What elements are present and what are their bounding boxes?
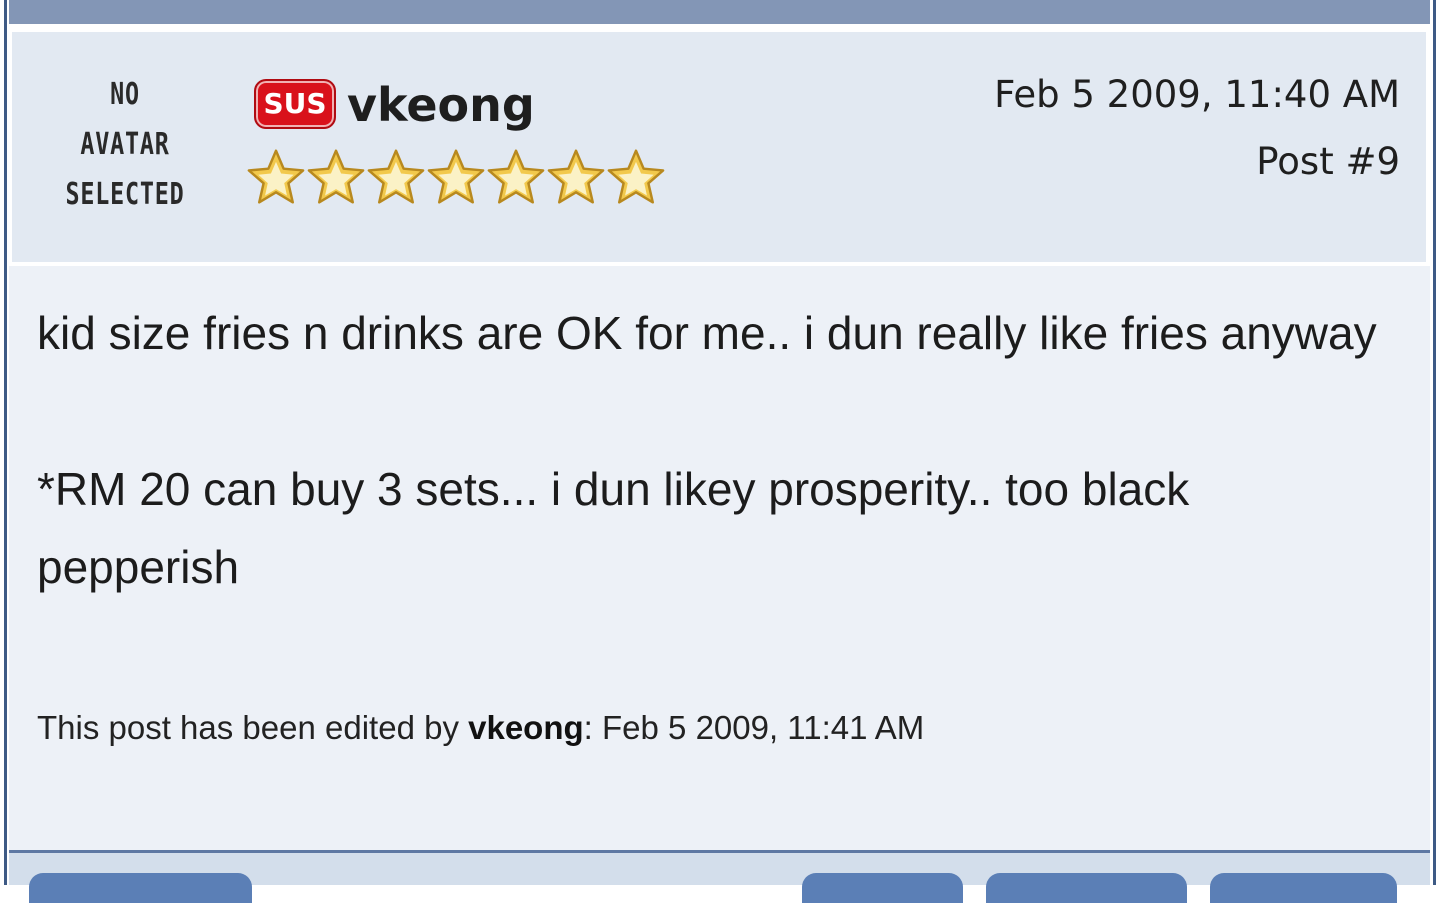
avatar-text-line2: SELECTED [65, 177, 185, 212]
star-icon [607, 149, 665, 204]
star-icon [427, 149, 485, 204]
footer-button-2[interactable] [986, 873, 1187, 903]
footer-button-3[interactable] [1210, 873, 1397, 903]
post-header [12, 32, 1426, 262]
edit-note-editor[interactable]: vkeong [468, 709, 584, 746]
post-date: Feb 5 2009, 11:40 AM [994, 73, 1400, 116]
star-icon [247, 149, 305, 204]
star-icon [547, 149, 605, 204]
avatar-text-line1: NO AVATAR [80, 77, 170, 162]
edit-note: This post has been edited by vkeong: Feb… [37, 706, 924, 750]
star-icon [307, 149, 365, 204]
footer-button-1[interactable] [802, 873, 963, 903]
status-badge: SUS [254, 79, 336, 129]
post-body-line-2: *RM 20 can buy 3 sets... i dun likey pro… [37, 463, 1190, 515]
footer-button-left[interactable] [29, 873, 252, 903]
post-body-line-1: kid size fries n drinks are OK for me.. … [37, 307, 1377, 359]
left-border [4, 0, 7, 885]
top-bar [9, 0, 1430, 24]
edit-note-prefix: This post has been edited by [37, 709, 469, 746]
star-icon [487, 149, 545, 204]
post-number-link[interactable]: Post #9 [1256, 139, 1400, 185]
edit-note-suffix: : Feb 5 2009, 11:41 AM [583, 709, 925, 746]
username-link[interactable]: vkeong [347, 76, 535, 134]
rating-stars [245, 147, 675, 209]
avatar-placeholder[interactable]: NO AVATAR SELECTED [59, 70, 192, 220]
right-border [1433, 0, 1436, 885]
forum-post-frame: NO AVATAR SELECTED SUS vkeong Feb 5 2009… [0, 0, 1440, 903]
post-body-line-3: pepperish [37, 541, 240, 593]
star-icon [367, 149, 425, 204]
